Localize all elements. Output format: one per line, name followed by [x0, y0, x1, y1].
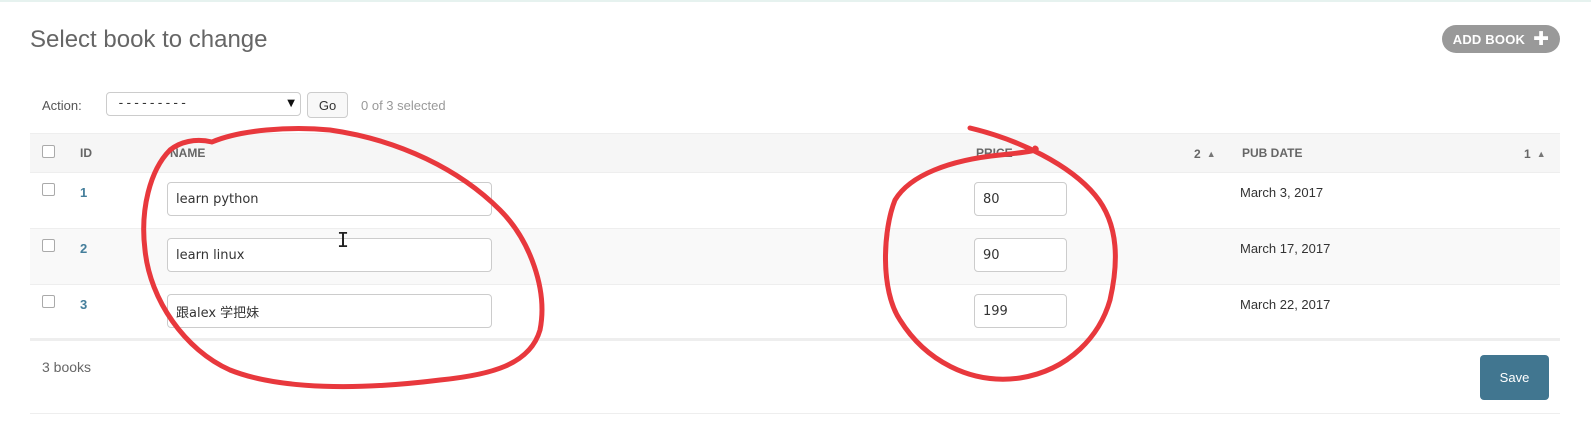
row-checkbox[interactable]	[42, 183, 55, 196]
name-input[interactable]	[167, 294, 492, 328]
add-book-button[interactable]: ADD BOOK ✚	[1442, 25, 1560, 53]
action-select-value: ---------	[117, 96, 188, 111]
table-row: 2 March 17, 2017	[30, 229, 1560, 285]
pub-date: March 22, 2017	[1240, 297, 1331, 312]
pub-date-sort-indicator[interactable]: 1 ▲	[1524, 147, 1546, 161]
table-row: 3 March 22, 2017	[30, 285, 1560, 341]
column-header-id[interactable]: ID	[80, 146, 92, 160]
sort-ascending-icon: ▲	[1206, 149, 1216, 159]
price-input[interactable]	[974, 238, 1067, 272]
plus-icon: ✚	[1533, 28, 1550, 50]
price-sort-indicator[interactable]: 2 ▲	[1194, 147, 1216, 161]
select-all-checkbox[interactable]	[42, 145, 55, 158]
sort-ascending-icon: ▲	[1536, 149, 1546, 159]
pub-date-sort-priority: 1	[1524, 147, 1531, 161]
action-select[interactable]: --------- ▼	[106, 92, 301, 116]
column-header-name[interactable]: NAME	[170, 146, 205, 160]
column-header-pub-date[interactable]: PUB DATE	[1242, 146, 1302, 160]
changelist-footer: 3 books Save	[30, 338, 1560, 414]
row-id-link[interactable]: 1	[80, 185, 87, 200]
name-input[interactable]	[167, 182, 492, 216]
price-input[interactable]	[974, 182, 1067, 216]
row-checkbox[interactable]	[42, 239, 55, 252]
price-input[interactable]	[974, 294, 1067, 328]
go-button[interactable]: Go	[307, 92, 348, 118]
column-header-price[interactable]: PRICE	[976, 146, 1013, 160]
dropdown-arrow-icon: ▼	[287, 98, 295, 109]
actions-bar: Action: --------- ▼ Go 0 of 3 selected	[30, 88, 1560, 124]
table-row: 1 March 3, 2017	[30, 173, 1560, 229]
action-label: Action:	[42, 98, 82, 113]
selection-counter: 0 of 3 selected	[361, 98, 446, 113]
price-sort-priority: 2	[1194, 147, 1201, 161]
top-border	[0, 0, 1591, 2]
text-cursor-icon: I	[337, 228, 350, 252]
result-count: 3 books	[42, 359, 92, 375]
row-id-link[interactable]: 2	[80, 241, 87, 256]
row-id-link[interactable]: 3	[80, 297, 87, 312]
name-input[interactable]	[167, 238, 492, 272]
pub-date: March 3, 2017	[1240, 185, 1324, 200]
table-header: ID NAME PRICE 2 ▲ PUB DATE 1 ▲	[30, 133, 1560, 173]
pub-date: March 17, 2017	[1240, 241, 1331, 256]
add-book-label: ADD BOOK	[1452, 31, 1526, 47]
page-title: Select book to change	[30, 26, 268, 53]
save-button[interactable]: Save	[1480, 355, 1549, 400]
row-checkbox[interactable]	[42, 295, 55, 308]
